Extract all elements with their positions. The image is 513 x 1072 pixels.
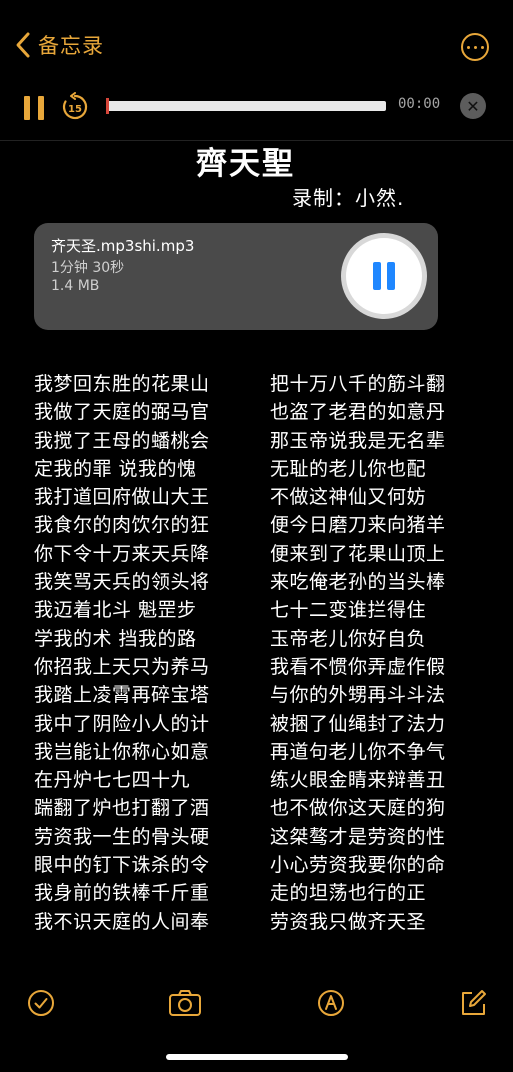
attachment-name: 齐天圣.mp3shi.mp3 [51, 237, 195, 255]
compose-icon[interactable] [458, 988, 488, 1018]
lyric-line: 我岂能让你称心如意 [34, 740, 210, 763]
lyric-line: 学我的术 挡我的路 [34, 627, 197, 650]
lyric-line: 我做了天庭的弼马官 [34, 401, 210, 424]
lyric-line: 我迈着北斗 魁罡步 [34, 599, 197, 622]
pause-icon [346, 238, 422, 314]
playback-scrubber[interactable] [106, 98, 386, 114]
attachment-size: 1.4 MB [51, 278, 100, 294]
lyric-line: 不做这神仙又何妨 [270, 486, 427, 509]
playhead[interactable] [106, 98, 109, 114]
lyric-line: 七十二变谁拦得住 [270, 599, 427, 622]
back-button[interactable]: 备忘录 [14, 30, 104, 60]
lyric-line: 劳资我只做齐天圣 [270, 910, 427, 933]
attachment-duration: 1分钟 30秒 [51, 260, 125, 276]
rewind-15-icon[interactable]: 15 [60, 92, 90, 122]
lyric-line: 我踏上凌霄再碎宝塔 [34, 684, 210, 707]
note-title: 齊天聖 [196, 146, 295, 182]
lyric-line: 眼中的钉下诛杀的令 [34, 854, 210, 877]
lyric-line: 我打道回府做山大王 [34, 486, 210, 509]
lyric-line: 无耻的老儿你也配 [270, 457, 427, 480]
lyric-line: 小心劳资我要你的命 [270, 854, 446, 877]
lyric-line: 便今日磨刀来向猪羊 [270, 514, 446, 537]
rewind-seconds-label: 15 [68, 104, 82, 115]
note-subtitle: 录制：小然. [292, 186, 405, 210]
lyric-line: 你招我上天只为养马 [34, 655, 210, 678]
lyric-line: 劳资我一生的骨头硬 [34, 825, 210, 848]
lyric-line: 这桀骜才是劳资的性 [270, 825, 446, 848]
lyrics-right-column[interactable]: 把十万八千的筋斗翻 也盗了老君的如意丹 那玉帝说我是无名辈 无耻的老儿你也配 不做这神仙… [270, 370, 446, 936]
camera-icon[interactable] [168, 988, 202, 1018]
lyric-line: 我笑骂天兵的领头将 [34, 571, 210, 594]
lyric-line: 定我的罪 说我的愧 [34, 457, 197, 480]
lyric-line: 那玉帝说我是无名辈 [270, 429, 446, 452]
chevron-left-icon [16, 32, 30, 58]
lyric-line: 练火眼金睛来辩善丑 [270, 769, 446, 792]
lyric-line: 我看不惯你弄虚作假 [270, 655, 446, 678]
lyric-line: 在丹炉七七四十九 [34, 769, 191, 792]
back-label: 备忘录 [38, 34, 104, 58]
markup-pen-icon[interactable] [316, 988, 346, 1018]
lyric-line: 我梦回东胜的花果山 [34, 373, 210, 395]
notes-page: 备忘录 15 00:00 ✕ 齊天聖 录制：小然. 齐天圣.mp3shi.mp3… [0, 0, 513, 1072]
audio-attachment-card[interactable]: 齐天圣.mp3shi.mp3 1分钟 30秒 1.4 MB [34, 223, 438, 330]
lyric-line: 我食尔的肉饮尔的狂 [34, 514, 210, 537]
lyric-line: 我搅了王母的蟠桃会 [34, 429, 210, 452]
close-icon[interactable]: ✕ [460, 93, 486, 119]
lyric-line: 玉帝老儿你好自负 [270, 627, 427, 650]
audio-player-bar: 15 00:00 ✕ [0, 88, 513, 141]
lyric-line: 我不识天庭的人间奉 [34, 910, 210, 933]
lyric-line: 把十万八千的筋斗翻 [270, 373, 446, 395]
lyric-line: 便来到了花果山顶上 [270, 542, 446, 565]
home-indicator[interactable] [166, 1054, 348, 1060]
attachment-pause-button[interactable] [341, 233, 427, 319]
nav-bar: 备忘录 [0, 0, 513, 88]
lyric-line: 也不做你这天庭的狗 [270, 797, 446, 820]
lyric-line: 走的坦荡也行的正 [270, 882, 427, 905]
lyric-line: 踹翻了炉也打翻了酒 [34, 797, 210, 820]
lyrics-left-column[interactable]: 我梦回东胜的花果山 我做了天庭的弼马官 我搅了王母的蟠桃会 定我的罪 说我的愧 我打道回… [34, 370, 210, 936]
ellipsis-circle-icon[interactable] [461, 33, 489, 61]
pause-icon[interactable] [24, 96, 44, 120]
lyric-line: 你下令十万来天兵降 [34, 542, 210, 565]
lyric-line: 也盗了老君的如意丹 [270, 401, 446, 424]
lyric-line: 被捆了仙绳封了法力 [270, 712, 446, 735]
lyric-line: 我中了阴险小人的计 [34, 712, 210, 735]
playback-time: 00:00 [398, 96, 441, 112]
lyric-line: 再道句老儿你不争气 [270, 740, 446, 763]
lyric-line: 与你的外甥再斗斗法 [270, 684, 446, 707]
checklist-icon[interactable] [26, 988, 56, 1018]
bottom-toolbar [0, 980, 513, 1030]
lyric-line: 来吃俺老孙的当头棒 [270, 571, 446, 594]
lyric-line: 我身前的铁棒千斤重 [34, 882, 210, 905]
